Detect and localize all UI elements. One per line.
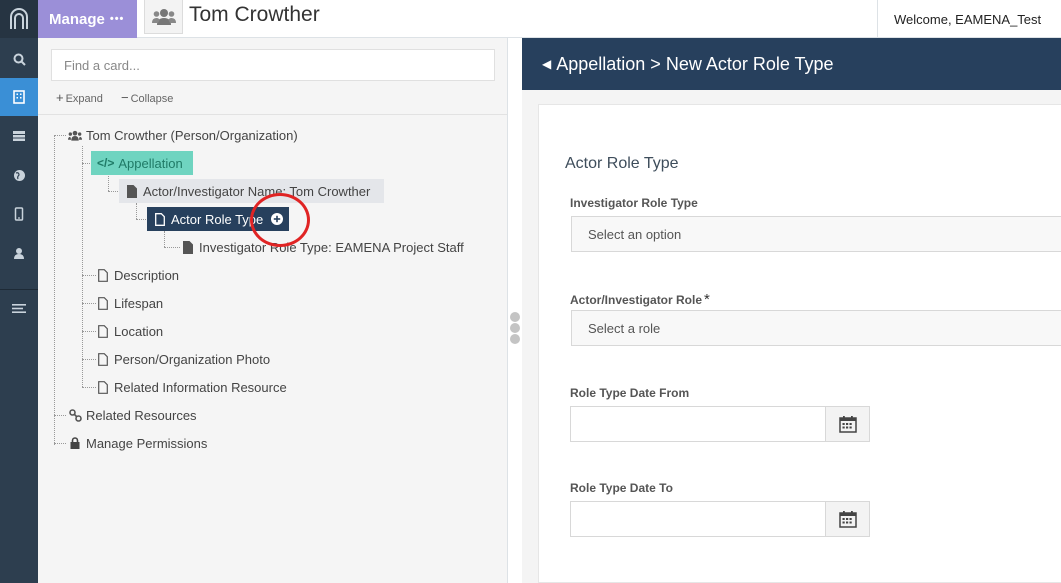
select-placeholder: Select an option bbox=[588, 226, 682, 242]
lock-icon bbox=[68, 436, 82, 450]
tree-connector bbox=[82, 146, 83, 387]
file-outline-icon bbox=[96, 296, 110, 310]
form-header: ◀ Appellation > New Actor Role Type bbox=[522, 38, 1061, 90]
caret-left-icon[interactable]: ◀ bbox=[542, 57, 551, 71]
people-icon bbox=[68, 128, 82, 142]
icon-rail bbox=[0, 0, 38, 583]
collapse-button[interactable]: − Collapse bbox=[121, 90, 173, 105]
tree-connector bbox=[164, 231, 165, 247]
welcome-user[interactable]: Welcome, EAMENA_Test bbox=[877, 0, 1061, 38]
tree-node-label: Person/Organization Photo bbox=[114, 351, 271, 367]
app-root: Manage ••• Tom Crowther Welcome, EAMENA_… bbox=[0, 0, 1061, 583]
expand-label: Expand bbox=[65, 93, 103, 105]
tree-connector bbox=[54, 135, 55, 445]
plus-icon: + bbox=[56, 90, 64, 105]
tree-connector bbox=[108, 191, 118, 192]
card-tree-panel: +Expand −Collapse Tom Crowther (Person/O… bbox=[38, 38, 508, 583]
tree-node-investigator-role-type[interactable]: Investigator Role Type: EAMENA Project S… bbox=[181, 235, 464, 259]
find-card-input[interactable] bbox=[51, 49, 495, 81]
tree-connector bbox=[82, 387, 96, 388]
tree-node-photo[interactable]: Person/Organization Photo bbox=[96, 347, 270, 371]
required-mark: * bbox=[704, 291, 710, 308]
tree-node-description[interactable]: Description bbox=[96, 263, 179, 287]
tree-node-label: Description bbox=[114, 267, 180, 283]
tree-node-lifespan[interactable]: Lifespan bbox=[96, 291, 163, 315]
date-to-label: Role Type Date To bbox=[570, 481, 673, 495]
card-form-panel: ◀ Appellation > New Actor Role Type Acto… bbox=[522, 38, 1061, 583]
file-icon bbox=[181, 240, 195, 254]
manage-button[interactable]: Manage ••• bbox=[38, 0, 137, 38]
user-icon[interactable] bbox=[0, 234, 38, 272]
logo-icon[interactable] bbox=[0, 0, 38, 38]
file-outline-icon bbox=[96, 352, 110, 366]
tree-node-related-resources[interactable]: Related Resources bbox=[68, 403, 197, 427]
file-outline-icon bbox=[153, 212, 167, 226]
database-icon[interactable] bbox=[0, 117, 38, 155]
tree-node-label: Related Information Resource bbox=[114, 379, 287, 395]
tree-connector bbox=[136, 203, 137, 219]
ellipsis-icon: ••• bbox=[109, 13, 125, 25]
top-header: Manage ••• Tom Crowther Welcome, EAMENA_… bbox=[38, 0, 1061, 38]
resource-title: Tom Crowther bbox=[189, 3, 320, 26]
date-to-input[interactable] bbox=[570, 501, 826, 537]
calendar-icon[interactable] bbox=[825, 406, 870, 442]
expand-button[interactable]: + Expand bbox=[56, 90, 103, 105]
tree-node-label: Location bbox=[114, 323, 164, 339]
actor-role-label-text: Actor/Investigator Role bbox=[570, 293, 703, 307]
date-from-label: Role Type Date From bbox=[570, 386, 690, 400]
file-outline-icon bbox=[96, 380, 110, 394]
investigator-role-type-label: Investigator Role Type bbox=[570, 196, 698, 210]
tree-connector bbox=[164, 247, 180, 248]
people-icon bbox=[144, 0, 183, 34]
annotation-circle bbox=[250, 193, 310, 247]
tree-node-actor-name[interactable]: Actor/Investigator Name: Tom Crowther bbox=[119, 179, 385, 203]
tree-connector bbox=[108, 174, 109, 191]
tree-node-label: Actor/Investigator Name: Tom Crowther bbox=[143, 183, 371, 199]
mobile-icon[interactable] bbox=[0, 195, 38, 233]
file-outline-icon bbox=[96, 324, 110, 338]
menu-icon[interactable] bbox=[0, 289, 38, 327]
tree-connector bbox=[82, 303, 96, 304]
tree-node-label: Tom Crowther (Person/Organization) bbox=[86, 127, 298, 143]
tree-connector bbox=[82, 275, 96, 276]
building-icon[interactable] bbox=[0, 78, 38, 116]
manage-label: Manage bbox=[49, 10, 105, 28]
actor-role-select[interactable]: Select a role bbox=[571, 310, 1061, 346]
tree-connector bbox=[54, 443, 66, 444]
tree-connector bbox=[136, 219, 146, 220]
tree-node-related-info[interactable]: Related Information Resource bbox=[96, 375, 287, 399]
tree-divider bbox=[38, 114, 507, 115]
date-from-input[interactable] bbox=[570, 406, 826, 442]
tree-node-label: Investigator Role Type: EAMENA Project S… bbox=[199, 239, 464, 255]
tree-connector bbox=[82, 359, 96, 360]
tree-node-appellation[interactable]: </> Appellation bbox=[91, 151, 193, 175]
tree-node-location[interactable]: Location bbox=[96, 319, 163, 343]
tree-node-label: Lifespan bbox=[114, 295, 164, 311]
tree-node-label: Related Resources bbox=[86, 407, 197, 423]
form-breadcrumb[interactable]: Appellation > New Actor Role Type bbox=[556, 54, 833, 75]
collapse-label: Collapse bbox=[130, 93, 174, 105]
file-outline-icon bbox=[96, 268, 110, 282]
search-icon[interactable] bbox=[0, 40, 38, 78]
file-icon bbox=[125, 184, 139, 198]
tree-connector bbox=[54, 415, 66, 416]
minus-icon: − bbox=[121, 90, 129, 105]
tree-node-label: Appellation bbox=[118, 155, 183, 171]
tree-node-label: Manage Permissions bbox=[86, 435, 208, 451]
card-title: Actor Role Type bbox=[565, 155, 679, 172]
actor-role-label: Actor/Investigator Role * bbox=[570, 291, 710, 308]
investigator-role-type-select[interactable]: Select an option bbox=[571, 216, 1061, 252]
tree-connector bbox=[54, 135, 66, 136]
calendar-icon[interactable] bbox=[825, 501, 870, 537]
code-icon: </> bbox=[97, 156, 115, 170]
form-card: Actor Role Type Investigator Role Type S… bbox=[538, 104, 1061, 583]
globe-icon[interactable] bbox=[0, 156, 38, 194]
link-icon bbox=[68, 408, 82, 422]
tree-node-manage-permissions[interactable]: Manage Permissions bbox=[68, 431, 207, 455]
tree-connector bbox=[82, 331, 96, 332]
panel-resize-handle[interactable] bbox=[509, 312, 521, 344]
select-placeholder: Select a role bbox=[588, 320, 661, 336]
tree-node-root[interactable]: Tom Crowther (Person/Organization) bbox=[68, 123, 298, 147]
